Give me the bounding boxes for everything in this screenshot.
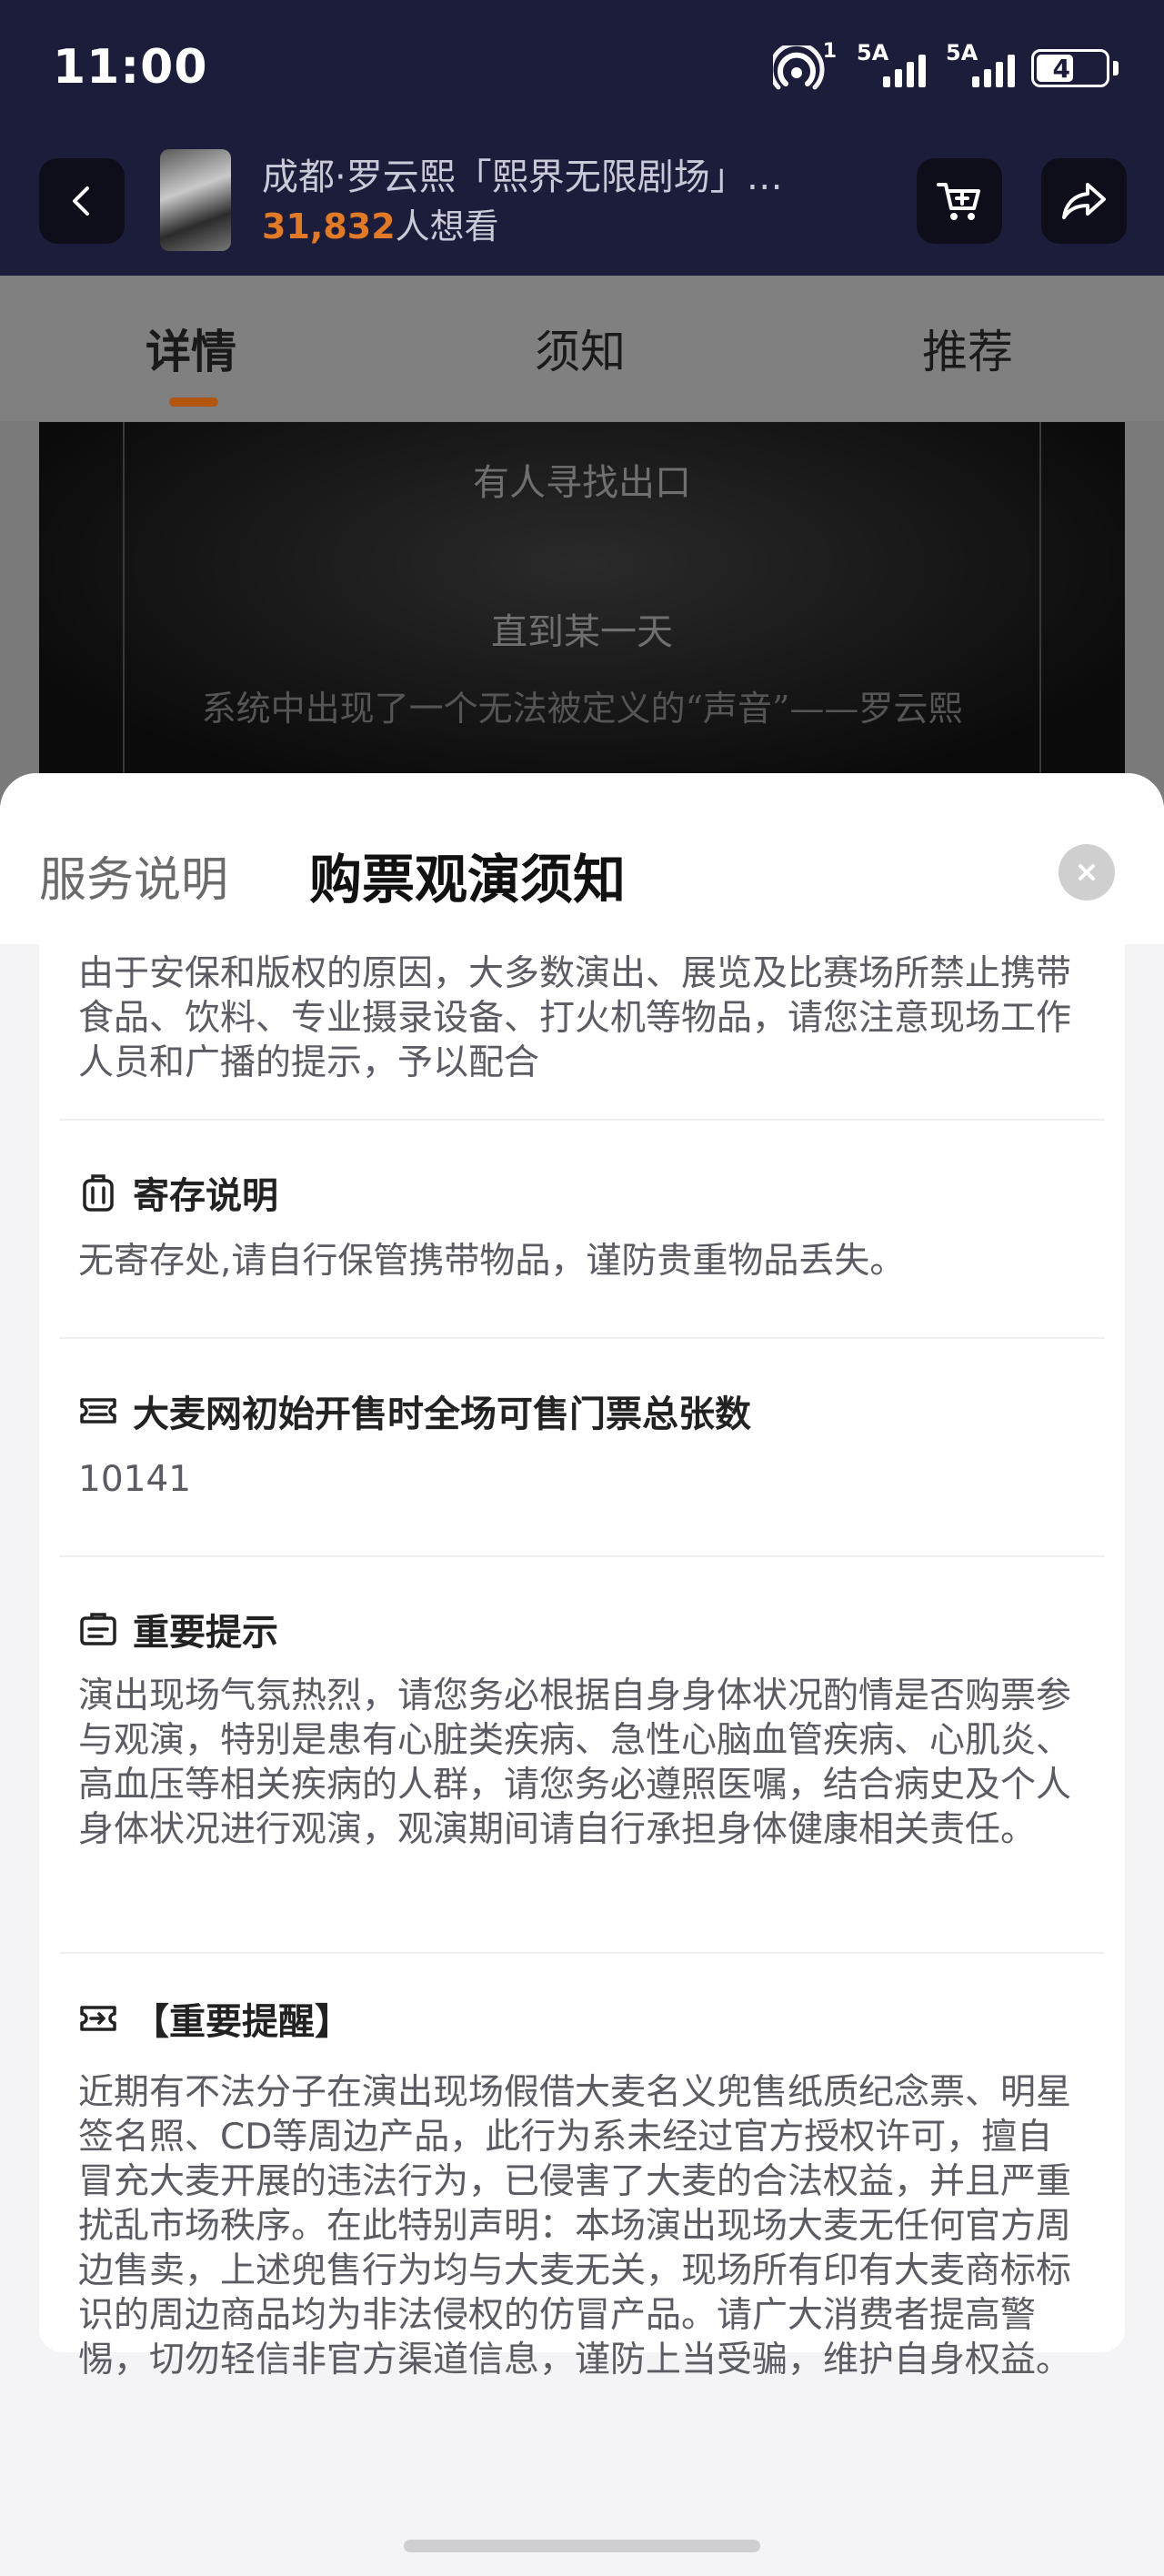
storage-title: 寄存说明 <box>133 1175 278 1217</box>
reminder-section: 【重要提醒】 近期有不法分子在演出现场假借大麦名义兜售纸质纪念票、明星签名照、C… <box>39 1954 1125 2380</box>
important-text: 演出现场气氛热烈，请您务必根据自身身体状况酌情是否购票参与观演，特别是患有心脏类… <box>78 1675 1072 1850</box>
want-count: 31,832人想看 <box>262 198 499 248</box>
luggage-icon <box>78 1172 118 1213</box>
status-bar: 11:00 1 5A 5A 41 <box>0 0 1164 136</box>
event-title: 成都·罗云熙「熙界无限剧场」… <box>262 156 783 198</box>
header: 11:00 1 5A 5A 41 成都·罗云熙「熙界无限剧场」… 31,832人… <box>0 0 1164 276</box>
signal-sim2-icon: 5A <box>942 40 1015 91</box>
system-icons: 1 5A 5A 41 <box>768 40 1119 91</box>
hotspot-count: 1 <box>822 40 837 63</box>
reminder-title: 【重要提醒】 <box>133 2001 351 2043</box>
notice-bottom-sheet: 服务说明 购票观演须知 由于安保和版权的原因，大多数演出、展览及比赛场所禁止携带… <box>0 773 1164 2576</box>
battery-icon: 41 <box>1031 49 1109 87</box>
home-indicator[interactable] <box>404 2540 760 2552</box>
ticket-arrow-icon <box>78 1998 118 2038</box>
sheet-tab-notice[interactable]: 购票观演须知 <box>309 837 626 913</box>
tab-recommend[interactable]: 推荐 <box>922 316 1013 381</box>
battery-level: 41 <box>1052 53 1089 84</box>
event-poster-thumbnail[interactable] <box>160 149 231 251</box>
sheet-tab-service[interactable]: 服务说明 <box>39 841 228 910</box>
tab-notice[interactable]: 须知 <box>535 316 626 381</box>
ticket-count-title: 大麦网初始开售时全场可售门票总张数 <box>133 1394 751 1435</box>
close-button[interactable] <box>1059 844 1115 901</box>
storage-heading: 寄存说明 <box>78 1166 278 1219</box>
signal-sim1-icon: 5A <box>853 40 926 91</box>
intro-text: 由于安保和版权的原因，大多数演出、展览及比赛场所禁止携带食品、饮料、专业摄录设备… <box>78 953 1072 1083</box>
intro-section: 由于安保和版权的原因，大多数演出、展览及比赛场所禁止携带食品、饮料、专业摄录设备… <box>39 944 1125 1121</box>
sheet-header: 服务说明 购票观演须知 <box>0 773 1164 944</box>
ticket-icon <box>78 1391 118 1431</box>
battery-tip <box>1113 61 1119 75</box>
want-number: 31,832 <box>262 206 396 247</box>
banner-line-2: 直到某一天 <box>491 611 673 653</box>
want-suffix: 人想看 <box>395 206 499 247</box>
reminder-heading: 【重要提醒】 <box>78 1992 351 2045</box>
ticket-count-value: 10141 <box>78 1459 192 1500</box>
ticket-count-section: 大麦网初始开售时全场可售门票总张数 10141 <box>39 1339 1125 1557</box>
notice-content-card: 由于安保和版权的原因，大多数演出、展览及比赛场所禁止携带食品、饮料、专业摄录设备… <box>39 944 1125 2380</box>
nav-bar: 成都·罗云熙「熙界无限剧场」… 31,832人想看 <box>0 146 1164 255</box>
reminder-text: 近期有不法分子在演出现场假借大麦名义兜售纸质纪念票、明星签名照、CD等周边产品，… <box>78 2072 1072 2380</box>
cart-button[interactable] <box>917 158 1002 244</box>
cart-icon <box>937 183 980 220</box>
back-icon <box>73 186 89 216</box>
share-button[interactable] <box>1041 158 1127 244</box>
important-heading: 重要提示 <box>78 1603 278 1655</box>
storage-section: 寄存说明 无寄存处,请自行保管携带物品，谨防贵重物品丢失。 <box>39 1121 1125 1339</box>
banner-line-1: 有人寻找出口 <box>473 462 691 504</box>
important-section: 重要提示 演出现场气氛热烈，请您务必根据自身身体状况酌情是否购票参与观演，特别是… <box>39 1557 1125 1954</box>
important-title: 重要提示 <box>133 1612 278 1654</box>
event-banner-image: 有人寻找出口 直到某一天 系统中出现了一个无法被定义的“声音”——罗云熙 <box>39 422 1125 777</box>
banner-line-3: 系统中出现了一个无法被定义的“声音”——罗云熙 <box>201 689 963 729</box>
close-icon <box>1079 864 1095 880</box>
tab-details[interactable]: 详情 <box>146 316 236 381</box>
ticket-count-heading: 大麦网初始开售时全场可售门票总张数 <box>78 1384 751 1437</box>
detail-tabs: 详情 须知 推荐 <box>0 276 1164 421</box>
back-button[interactable] <box>39 158 125 244</box>
share-icon <box>1062 183 1106 219</box>
active-tab-underline <box>169 397 218 407</box>
status-time: 11:00 <box>53 40 208 95</box>
storage-text: 无寄存处,请自行保管携带物品，谨防贵重物品丢失。 <box>78 1241 906 1282</box>
hotspot-icon: 1 <box>768 40 837 91</box>
clipboard-icon <box>78 1609 118 1649</box>
